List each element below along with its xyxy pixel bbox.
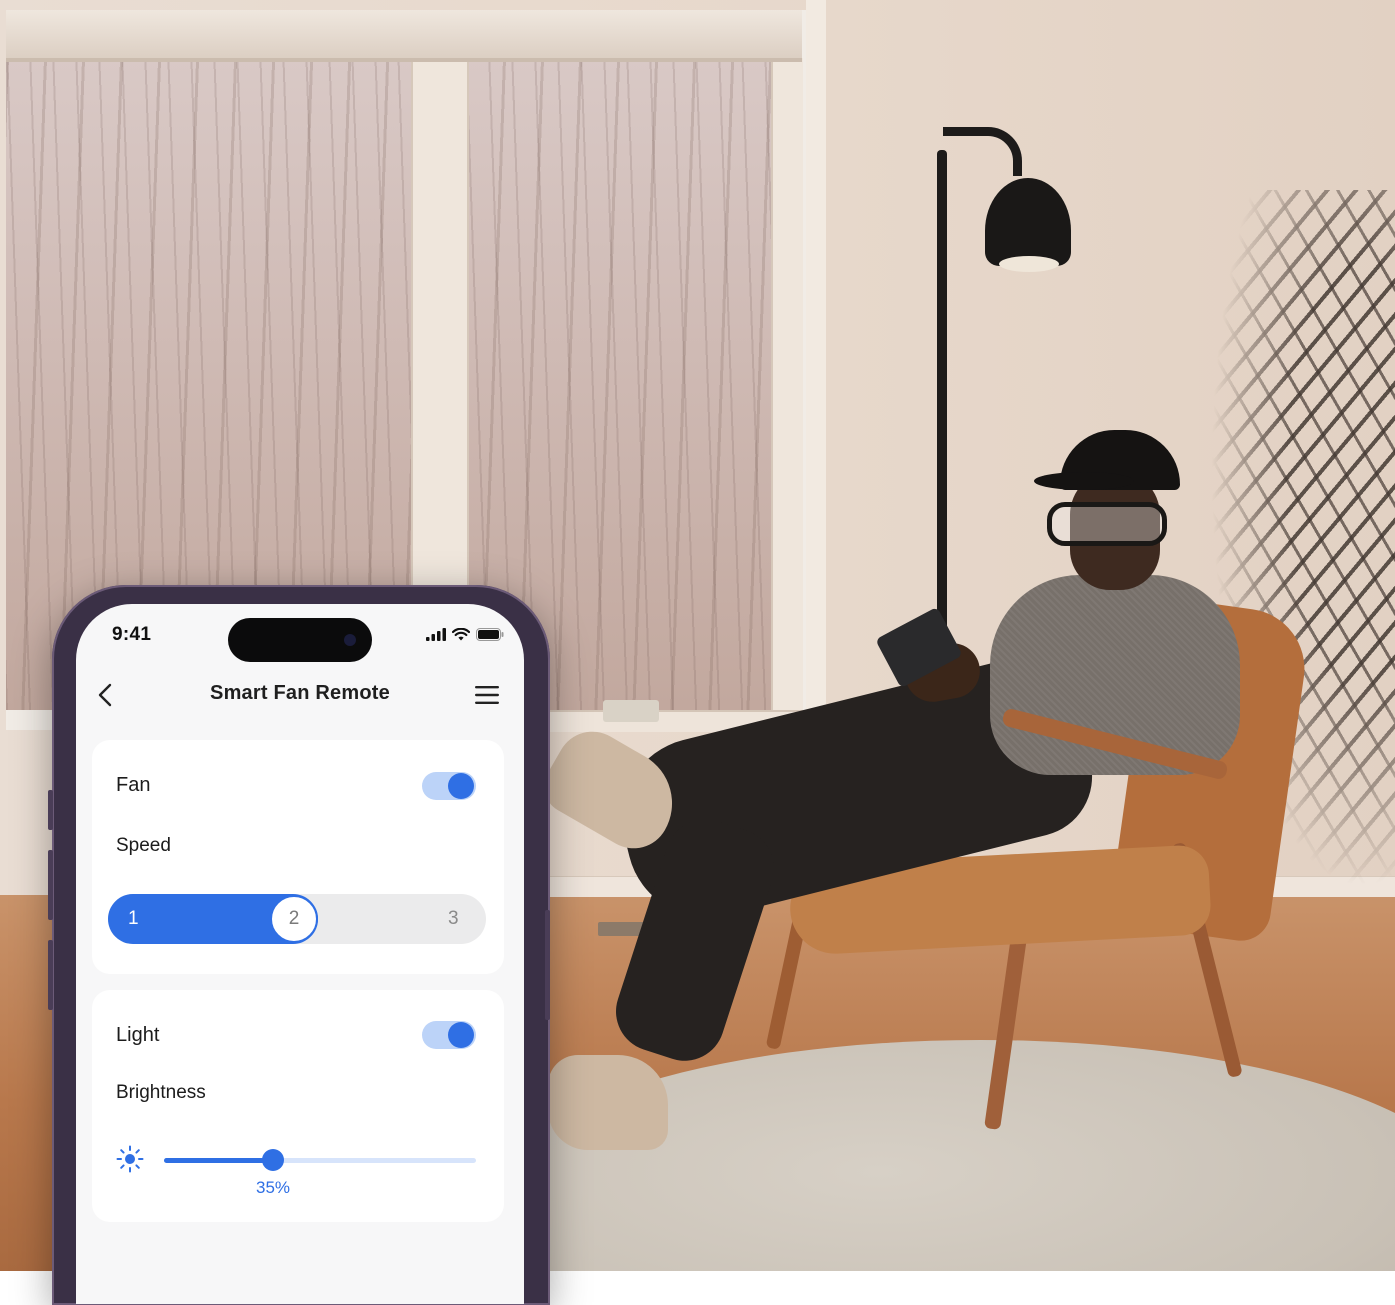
floor-lamp-arm [943,127,1022,176]
brightness-slider-fill [164,1158,273,1163]
person-cap-brim [1034,472,1134,490]
battery-icon [476,628,504,641]
brightness-label: Brightness [116,1082,206,1103]
window-frame [771,58,803,710]
phone-volume-down-button [48,940,53,1010]
person-shoe [548,1055,668,1150]
camera-icon [344,634,356,646]
wifi-icon [452,628,470,641]
page-title: Smart Fan Remote [210,682,390,704]
light-label: Light [116,1024,160,1046]
toggle-knob [448,1022,474,1048]
dynamic-island [228,618,372,662]
speed-option-2[interactable]: 2 [270,895,318,943]
status-time: 9:41 [112,624,152,645]
nav-bar: Smart Fan Remote [76,674,524,716]
brightness-value: 35% [255,1178,291,1197]
menu-button[interactable] [472,680,502,710]
speed-label: Speed [116,835,171,856]
brightness-slider[interactable] [164,1149,476,1171]
phone-power-button [545,910,550,1020]
light-card: Light Brightness 35% [92,990,504,1222]
speed-option-3[interactable]: 3 [448,908,459,930]
small-plant [603,700,659,722]
floor-lamp-pole [937,150,947,630]
toggle-knob [448,773,474,799]
fan-label: Fan [116,774,151,796]
cellular-signal-icon [426,628,446,641]
person-glasses [1047,502,1167,546]
brightness-slider-handle[interactable] [262,1149,284,1171]
sun-icon [116,1145,144,1173]
speed-option-1[interactable]: 1 [128,908,139,930]
light-toggle[interactable] [422,1021,476,1049]
app-screen: 9:41 Smart Fan Remote Fan Speed 1 2 3 Li… [76,604,524,1304]
hamburger-menu-icon [475,686,499,704]
phone-side-button [48,790,53,830]
status-icons [426,628,504,641]
fan-card: Fan Speed 1 2 3 [92,740,504,974]
window-trim [806,0,826,740]
speed-selector[interactable]: 1 2 3 [108,894,486,944]
fan-toggle[interactable] [422,772,476,800]
window-blind [6,10,802,62]
phone-volume-up-button [48,850,53,920]
